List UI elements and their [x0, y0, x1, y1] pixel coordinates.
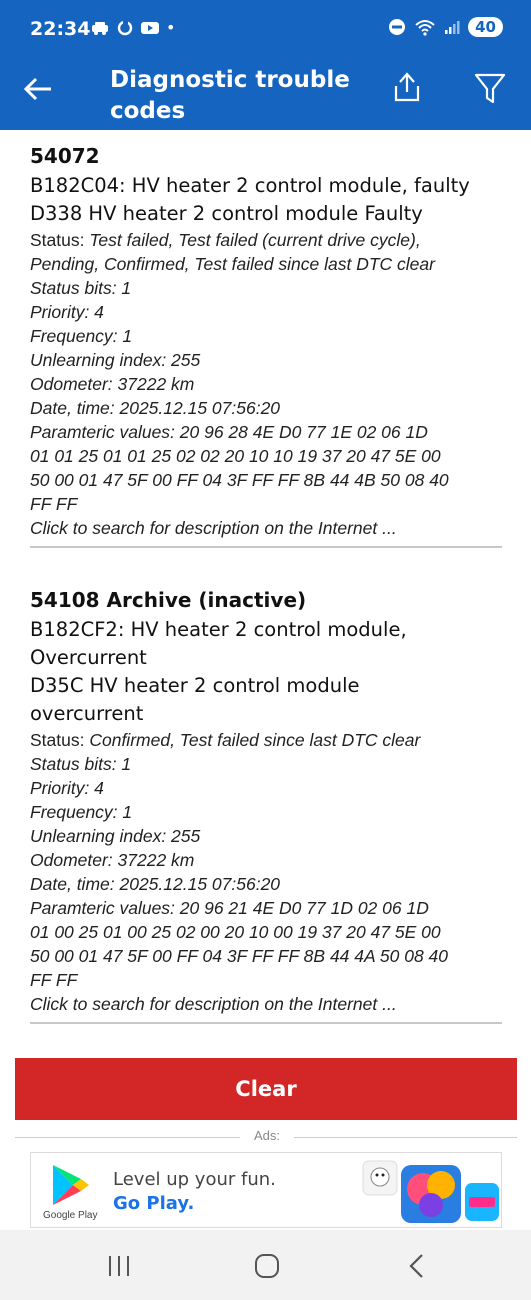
dtc-description: overcurrent — [30, 702, 144, 725]
dtc-status-bits: Status bits: 1 — [30, 754, 132, 774]
status-label: Status: — [30, 230, 90, 250]
battery-indicator: 40 — [468, 17, 503, 37]
filter-icon[interactable] — [472, 70, 508, 106]
back-arrow-icon[interactable] — [22, 72, 56, 106]
search-internet-link[interactable]: Click to search for description on the I… — [30, 992, 502, 1016]
game-icons-artwork — [362, 1160, 499, 1223]
home-icon[interactable] — [252, 1252, 282, 1280]
share-icon[interactable] — [390, 70, 424, 104]
dtc-frequency: Frequency: 1 — [30, 802, 133, 822]
dtc-odometer: Odometer: 37222 km — [30, 374, 195, 394]
dtc-entry[interactable]: 54072 B182C04: HV heater 2 control modul… — [30, 140, 502, 548]
status-icons-left: • — [90, 18, 175, 37]
dtc-status-cont: Pending, Confirmed, Test failed since la… — [30, 254, 435, 274]
status-time: 22:34 — [30, 18, 91, 40]
ads-label: Ads: — [253, 1128, 280, 1143]
dtc-list: 54072 B182C04: HV heater 2 control modul… — [0, 130, 531, 1050]
dtc-priority: Priority: 4 — [30, 302, 104, 322]
dtc-param-values: 50 00 01 47 5F 00 FF 04 3F FF FF 8B 44 4… — [30, 946, 449, 966]
system-nav-bar — [0, 1230, 531, 1300]
dtc-code: 54072 — [30, 144, 100, 168]
signal-icon — [445, 21, 460, 34]
recents-icon[interactable] — [104, 1252, 134, 1280]
dtc-param-values: Paramteric values: 20 96 28 4E D0 77 1E … — [30, 422, 428, 442]
youtube-icon — [141, 21, 159, 34]
dtc-param-values: 01 00 25 01 00 25 02 00 20 10 00 19 37 2… — [30, 922, 441, 942]
status-icons-right: 40 — [388, 17, 503, 37]
dtc-priority: Priority: 4 — [30, 778, 104, 798]
divider — [30, 1022, 502, 1024]
ad-banner[interactable]: Google Play Level up your fun. Go Play. — [30, 1152, 502, 1228]
dtc-date-time: Date, time: 2025.12.15 07:56:20 — [30, 398, 281, 418]
app-bar: Diagnostic trouble codes — [0, 60, 531, 130]
page-title: Diagnostic trouble codes — [110, 67, 350, 124]
status-value: Test failed, Test failed (current drive … — [89, 230, 421, 250]
dtc-param-values: FF FF — [30, 494, 78, 514]
dnd-icon — [389, 19, 406, 35]
ad-headline: Level up your fun. — [113, 1169, 276, 1190]
dtc-status-bits: Status bits: 1 — [30, 278, 132, 298]
dtc-code: 54108 Archive (inactive) — [30, 588, 307, 612]
ad-cta[interactable]: Go Play. — [113, 1193, 194, 1214]
search-internet-link[interactable]: Click to search for description on the I… — [30, 516, 502, 540]
dtc-status: Status: Confirmed, Test failed since las… — [30, 728, 502, 752]
dtc-unlearning-index: Unlearning index: 255 — [30, 826, 201, 846]
dtc-odometer: Odometer: 37222 km — [30, 850, 195, 870]
ads-rule-left — [15, 1137, 240, 1138]
sync-icon — [117, 19, 133, 35]
status-value: Confirmed, Test failed since last DTC cl… — [89, 730, 421, 750]
dtc-param-values: 01 01 25 01 01 25 02 02 20 10 10 19 37 2… — [30, 446, 441, 466]
car-icon — [92, 21, 108, 35]
status-bar: 22:34 • 40 — [0, 0, 531, 60]
status-label: Status: — [30, 730, 90, 750]
clear-button[interactable]: Clear — [15, 1058, 517, 1120]
dtc-param-values: 50 00 01 47 5F 00 FF 04 3F FF FF 8B 44 4… — [30, 470, 449, 490]
dot-icon: • — [166, 18, 176, 37]
ads-rule-right — [294, 1137, 517, 1138]
dtc-description: B182C04: HV heater 2 control module, fau… — [30, 174, 470, 197]
dtc-description: Overcurrent — [30, 646, 147, 669]
back-nav-icon[interactable] — [402, 1252, 432, 1280]
dtc-description: B182CF2: HV heater 2 control module, — [30, 618, 407, 641]
dtc-unlearning-index: Unlearning index: 255 — [30, 350, 201, 370]
dtc-description: D338 HV heater 2 control module Faulty — [30, 202, 423, 225]
dtc-param-values: FF FF — [30, 970, 78, 990]
dtc-param-values: Paramteric values: 20 96 21 4E D0 77 1D … — [30, 898, 429, 918]
wifi-icon — [415, 20, 435, 36]
dtc-entry[interactable]: 54108 Archive (inactive) B182CF2: HV hea… — [30, 584, 502, 1024]
google-play-icon — [53, 1165, 89, 1205]
divider — [30, 546, 502, 548]
dtc-frequency: Frequency: 1 — [30, 326, 133, 346]
ads-label-row: Ads: — [15, 1128, 517, 1146]
dtc-status: Status: Test failed, Test failed (curren… — [30, 228, 502, 252]
dtc-date-time: Date, time: 2025.12.15 07:56:20 — [30, 874, 281, 894]
dtc-description: D35C HV heater 2 control module — [30, 674, 360, 697]
google-play-label: Google Play — [43, 1210, 98, 1221]
